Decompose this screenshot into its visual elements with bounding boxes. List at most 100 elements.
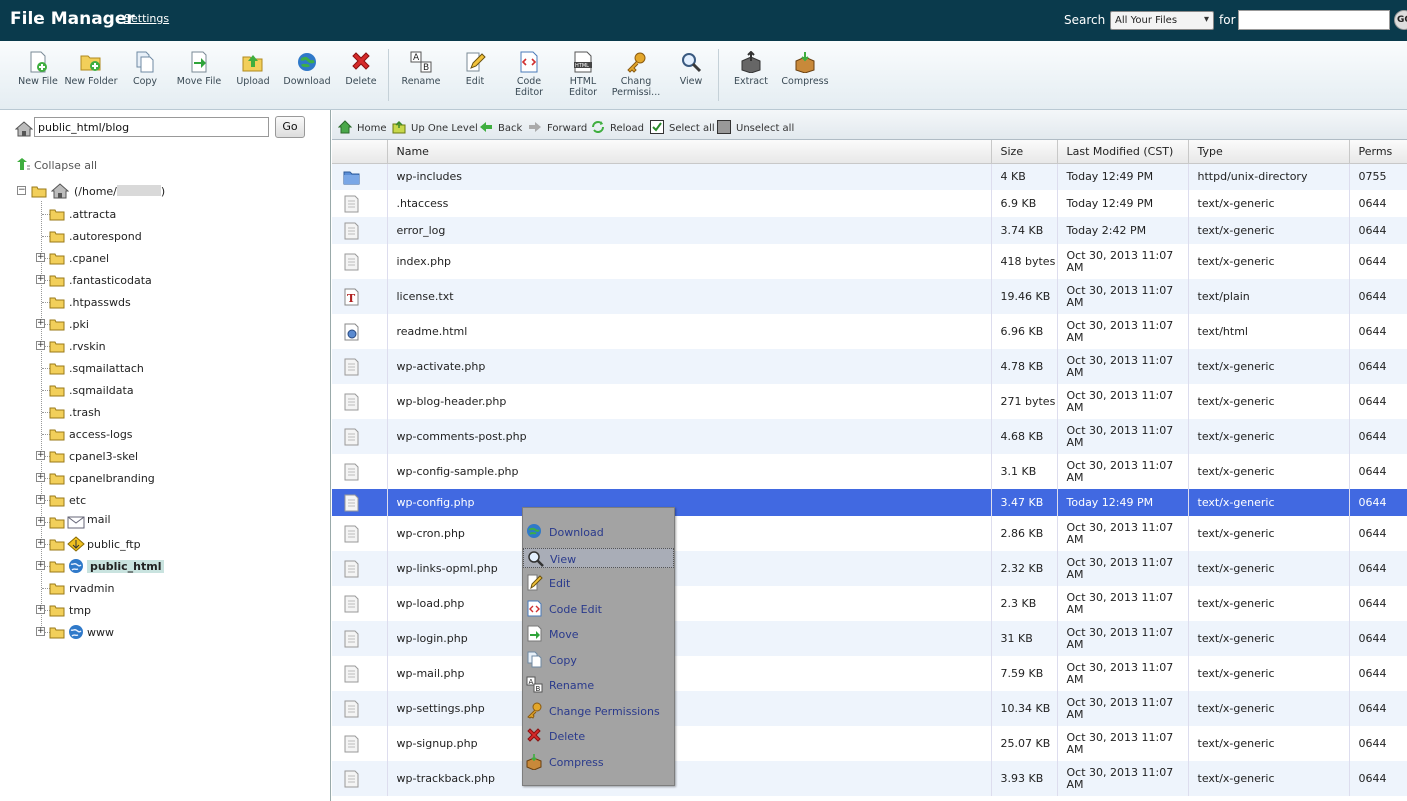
table-row[interactable]: wp-mail.php 7.59 KB Oct 30, 2013 11:07 AM te…	[332, 656, 1407, 691]
view-button[interactable]: View	[663, 51, 719, 87]
context-menu-item-delete[interactable]: Delete	[523, 726, 674, 746]
tree-item[interactable]: + .cpanel	[36, 251, 316, 269]
reload-button[interactable]: Reload	[591, 120, 644, 134]
tree-item[interactable]: .htpasswds	[36, 295, 316, 313]
delete-button[interactable]: Delete	[333, 51, 389, 87]
new-folder-button[interactable]: New Folder	[63, 51, 119, 87]
context-menu-item-code-edit[interactable]: Code Edit	[523, 599, 674, 619]
html-editor-button[interactable]: HTML HTML Editor	[555, 51, 611, 98]
table-row[interactable]: wp-signup.php 25.07 KB Oct 30, 2013 11:07 A…	[332, 726, 1407, 761]
name-column-header[interactable]: Name	[387, 140, 992, 164]
tree-item[interactable]: + public_ftp	[36, 536, 316, 555]
upload-button[interactable]: Upload	[225, 51, 281, 87]
table-row[interactable]: wp-links-opml.php 2.32 KB Oct 30, 2013 11:…	[332, 551, 1407, 586]
tree-item[interactable]: .autorespond	[36, 229, 316, 247]
context-menu-item-download[interactable]: Download	[523, 522, 674, 542]
edit-button[interactable]: Edit	[447, 51, 503, 87]
context-menu-item-compress[interactable]: Compress	[523, 752, 674, 772]
expand-icon[interactable]: +	[36, 517, 45, 526]
path-input[interactable]: public_html/blog	[34, 117, 269, 137]
tree-root[interactable]: − (/home/)	[17, 183, 317, 202]
home-nav-button[interactable]: Home	[338, 120, 387, 134]
home-icon[interactable]	[15, 121, 33, 137]
collapse-all-link[interactable]: Collapse all	[16, 157, 97, 172]
expand-icon[interactable]: +	[36, 253, 45, 262]
context-menu-item-rename[interactable]: A B Rename	[523, 675, 674, 695]
table-row[interactable]: wp-login.php 31 KB Oct 30, 2013 11:07 AM tex…	[332, 621, 1407, 656]
table-row[interactable]: wp-cron.php 2.86 KB Oct 30, 2013 11:07 AM te…	[332, 516, 1407, 551]
table-row[interactable]: wp-comments-post.php 4.68 KB Oct 30, 2013 …	[332, 419, 1407, 454]
settings-link[interactable]: Settings	[124, 12, 169, 25]
tree-item[interactable]: + etc	[36, 493, 316, 511]
tree-item[interactable]: .attracta	[36, 207, 316, 225]
tree-item[interactable]: .trash	[36, 405, 316, 423]
expand-icon[interactable]: +	[36, 561, 45, 570]
tree-item[interactable]: + www	[36, 625, 316, 643]
directory-tree-pane: public_html/blog Go Collapse all − (/hom…	[0, 110, 331, 801]
tree-item[interactable]: + .pki	[36, 317, 316, 335]
expand-icon[interactable]: +	[36, 605, 45, 614]
code-editor-button[interactable]: Code Editor	[501, 51, 557, 98]
size-column-header[interactable]: Size	[991, 140, 1058, 164]
collapse-icon[interactable]: −	[17, 186, 26, 195]
table-row-selected[interactable]: wp-config.php 3.47 KB Today 12:49 PM text/x…	[332, 489, 1407, 516]
table-row[interactable]: index.php 418 bytes Oct 30, 2013 11:07 AM te…	[332, 244, 1407, 279]
search-go-button[interactable]: GO	[1394, 10, 1407, 30]
table-row[interactable]: wp-includes 4 KB Today 12:49 PM httpd/unix-…	[332, 163, 1407, 190]
extract-button[interactable]: Extract	[723, 51, 779, 87]
compress-button[interactable]: Compress	[777, 51, 833, 87]
download-button[interactable]: Download	[279, 51, 335, 87]
expand-icon[interactable]: +	[36, 451, 45, 460]
table-row[interactable]: readme.html 6.96 KB Oct 30, 2013 11:07 AM te…	[332, 314, 1407, 349]
tree-item[interactable]: + cpanelbranding	[36, 471, 316, 489]
table-row[interactable]: wp-blog-header.php 271 bytes Oct 30, 2013 …	[332, 384, 1407, 419]
tree-item[interactable]: + cpanel3-skel	[36, 449, 316, 467]
table-row[interactable]: wp-activate.php 4.78 KB Oct 30, 2013 11:07…	[332, 349, 1407, 384]
tree-item[interactable]: + .rvskin	[36, 339, 316, 357]
context-menu-item-view[interactable]: View	[523, 548, 674, 568]
forward-button[interactable]: Forward	[528, 120, 587, 134]
table-row[interactable]: Tlicense.txt 19.46 KB Oct 30, 2013 11:07 AM…	[332, 279, 1407, 314]
expand-icon[interactable]: +	[36, 495, 45, 504]
expand-icon[interactable]: +	[36, 473, 45, 482]
tree-item[interactable]: access-logs	[36, 427, 316, 445]
copy-button[interactable]: Copy	[117, 51, 173, 87]
tree-item[interactable]: + .fantasticodata	[36, 273, 316, 291]
modified-column-header[interactable]: Last Modified (CST)	[1057, 140, 1189, 164]
up-one-level-button[interactable]: Up One Level	[392, 120, 478, 134]
expand-icon[interactable]: +	[36, 275, 45, 284]
search-scope-select[interactable]: All Your Files ▾	[1110, 11, 1214, 30]
rename-button[interactable]: AB Rename	[393, 51, 449, 87]
search-input[interactable]	[1238, 10, 1390, 30]
unselect-all-button[interactable]: Unselect all	[717, 120, 794, 134]
context-menu-item-label: Copy	[549, 654, 577, 667]
tree-item[interactable]: + tmp	[36, 603, 316, 621]
context-menu-item-edit[interactable]: Edit	[523, 573, 674, 593]
new-file-button[interactable]: New File	[10, 51, 66, 87]
perms-column-header[interactable]: Perms	[1349, 140, 1407, 164]
expand-icon[interactable]: +	[36, 341, 45, 350]
tree-item[interactable]: + mail	[36, 513, 316, 533]
context-menu-item-move[interactable]: Move	[523, 624, 674, 644]
table-row[interactable]: wp-load.php 2.3 KB Oct 30, 2013 11:07 AM tex…	[332, 586, 1407, 621]
table-row[interactable]: wp-trackback.php 3.93 KB Oct 30, 2013 11:0…	[332, 761, 1407, 796]
table-row[interactable]: error_log 3.74 KB Today 2:42 PM text/x-gene…	[332, 217, 1407, 244]
context-menu-item-copy[interactable]: Copy	[523, 650, 674, 670]
expand-icon[interactable]: +	[36, 539, 45, 548]
table-row[interactable]: .htaccess 6.9 KB Today 12:49 PM text/x-gene…	[332, 190, 1407, 217]
move-file-button[interactable]: Move File	[171, 51, 227, 87]
tree-item[interactable]: rvadmin	[36, 581, 316, 599]
table-row[interactable]: wp-config-sample.php 3.1 KB Oct 30, 2013 1…	[332, 454, 1407, 489]
tree-item[interactable]: .sqmailattach	[36, 361, 316, 379]
table-row[interactable]: wp-settings.php 10.34 KB Oct 30, 2013 11:0…	[332, 691, 1407, 726]
type-column-header[interactable]: Type	[1188, 140, 1350, 164]
expand-icon[interactable]: +	[36, 319, 45, 328]
change-permissions-button[interactable]: Chang Permissi...	[608, 51, 664, 98]
expand-icon[interactable]: +	[36, 627, 45, 636]
select-all-button[interactable]: Select all	[650, 120, 715, 134]
context-menu-item-change-permissions[interactable]: Change Permissions	[523, 701, 674, 721]
tree-item[interactable]: .sqmaildata	[36, 383, 316, 401]
back-button[interactable]: Back	[479, 120, 522, 134]
path-go-button[interactable]: Go	[275, 116, 305, 138]
tree-item[interactable]: + public_html	[36, 559, 316, 577]
